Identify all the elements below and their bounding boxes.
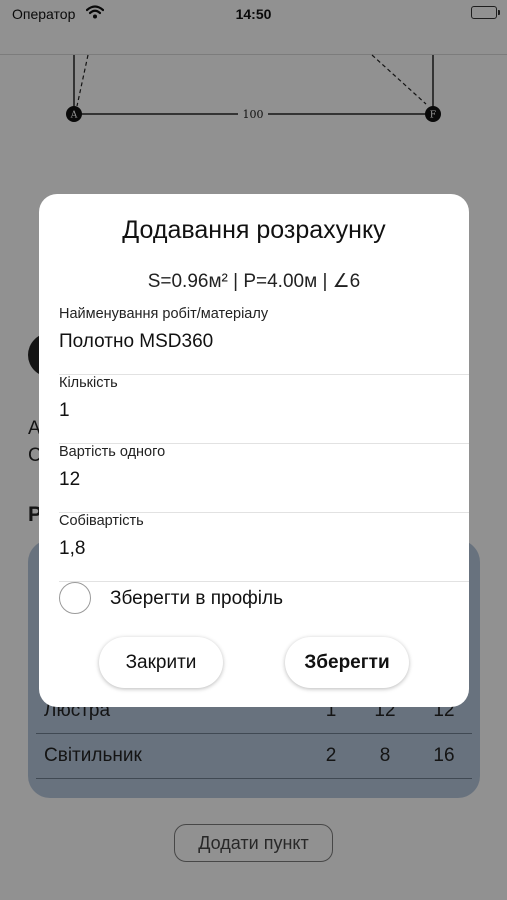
add-calculation-dialog: Додавання розрахунку S=0.96м² | P=4.00м … xyxy=(39,194,469,707)
save-to-profile-label: Зберегти в профіль xyxy=(110,588,284,609)
save-button[interactable]: Зберегти xyxy=(285,637,409,688)
quantity-field: Кількість xyxy=(59,375,469,444)
close-button[interactable]: Закрити xyxy=(99,637,223,688)
unit-price-field: Вартість одного xyxy=(59,444,469,513)
unit-price-input[interactable] xyxy=(59,466,449,494)
cost-price-label: Собівартість xyxy=(59,513,144,529)
work-name-field: Найменування робіт/матеріалу xyxy=(59,306,469,375)
quantity-label: Кількість xyxy=(59,375,118,391)
unit-price-label: Вартість одного xyxy=(59,444,166,460)
quantity-input[interactable] xyxy=(59,397,449,425)
cost-price-field: Собівартість xyxy=(59,513,469,582)
work-name-input[interactable] xyxy=(59,328,449,356)
save-to-profile-checkbox[interactable] xyxy=(59,582,91,614)
work-name-label: Найменування робіт/матеріалу xyxy=(59,306,269,322)
save-to-profile-row[interactable]: Зберегти в профіль xyxy=(59,579,449,619)
dialog-title: Додавання розрахунку xyxy=(122,216,386,244)
area-summary: S=0.96м² | P=4.00м | ∠6 xyxy=(147,271,361,292)
cost-price-input[interactable] xyxy=(59,535,449,563)
